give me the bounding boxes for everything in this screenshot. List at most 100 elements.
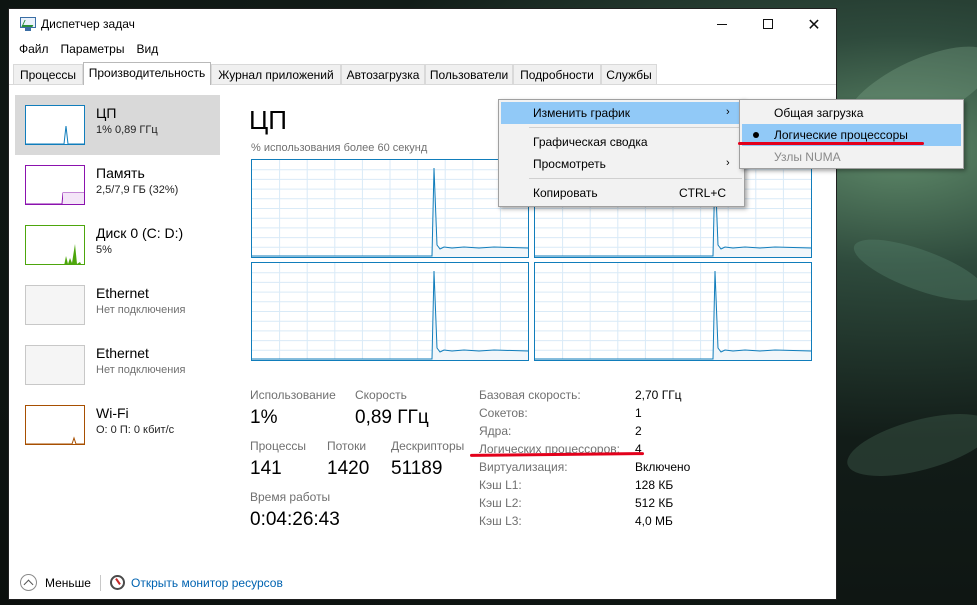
menu-options[interactable]: Параметры	[55, 39, 131, 59]
uptime-label: Время работы	[250, 490, 331, 504]
sidebar-item-disk[interactable]: Диск 0 (C: D:) 5%	[15, 215, 220, 275]
info-value: 128 КБ	[635, 478, 674, 492]
threads-value: 1420	[327, 458, 370, 479]
logical-processor-graph	[534, 262, 812, 361]
sidebar-item-ethernet-2[interactable]: Ethernet Нет подключения	[15, 335, 220, 395]
fewer-details-button[interactable]: Меньше	[45, 576, 91, 590]
menu-item-change-graph[interactable]: Изменить график ›	[501, 102, 742, 124]
cpu-thumbnail	[25, 105, 85, 145]
threads-label: Потоки	[327, 439, 367, 453]
info-value: Включено	[635, 460, 691, 474]
menu-separator	[529, 127, 742, 128]
context-menu: Изменить график › Графическая сводка Про…	[498, 99, 745, 207]
info-label: Кэш L1:	[479, 478, 522, 492]
info-value: 4,0 МБ	[635, 514, 673, 528]
change-graph-submenu: Общая загрузка Логические процессоры Узл…	[739, 99, 964, 169]
info-value: 2	[635, 424, 642, 438]
info-label: Сокетов:	[479, 406, 528, 420]
info-value: 2,70 ГГц	[635, 388, 682, 402]
graph-grid	[252, 263, 528, 360]
usage-label: Использование	[250, 388, 336, 402]
tab-startup[interactable]: Автозагрузка	[341, 64, 425, 84]
sidebar-item-title: Ethernet	[96, 285, 149, 301]
sidebar-item-cpu[interactable]: ЦП 1% 0,89 ГГц	[15, 95, 220, 155]
menu-item-label: Изменить график	[533, 106, 631, 120]
sidebar-item-title: ЦП	[96, 105, 117, 121]
sidebar-item-subtitle: 2,5/7,9 ГБ (32%)	[96, 184, 179, 196]
footer-divider	[100, 575, 101, 591]
tab-services[interactable]: Службы	[601, 64, 657, 84]
sidebar-item-title: Память	[96, 165, 145, 181]
memory-thumbnail	[25, 165, 85, 205]
tab-strip: Процессы Производительность Журнал прило…	[9, 62, 836, 85]
graph-label: % использования более 60 секунд	[251, 142, 428, 154]
tab-users[interactable]: Пользователи	[425, 64, 513, 84]
resource-monitor-icon	[110, 575, 125, 590]
title-bar[interactable]: Диспетчер задач ✕	[9, 9, 836, 39]
sidebar-item-subtitle: 5%	[96, 244, 112, 256]
tab-app-history[interactable]: Журнал приложений	[211, 64, 341, 84]
shortcut-label: CTRL+C	[679, 186, 727, 200]
menu-view[interactable]: Вид	[130, 39, 164, 59]
handles-label: Дескрипторы	[391, 439, 465, 453]
disk-thumbnail	[25, 225, 85, 265]
menu-item-label: Копировать	[533, 186, 598, 200]
sidebar-item-ethernet-1[interactable]: Ethernet Нет подключения	[15, 275, 220, 335]
usage-value: 1%	[250, 407, 278, 428]
sidebar-item-title: Диск 0 (C: D:)	[96, 225, 184, 241]
tab-processes[interactable]: Процессы	[13, 64, 83, 84]
close-icon: ✕	[807, 14, 821, 34]
sidebar-item-memory[interactable]: Память 2,5/7,9 ГБ (32%)	[15, 155, 220, 215]
info-label: Виртуализация:	[479, 460, 568, 474]
background-decoration	[841, 401, 977, 489]
wifi-thumbnail	[25, 405, 85, 445]
annotation-underline	[738, 142, 924, 145]
sidebar-item-subtitle: О: 0 П: 0 кбит/с	[96, 424, 175, 436]
tab-details[interactable]: Подробности	[513, 64, 601, 84]
menu-file[interactable]: Файл	[13, 39, 55, 59]
ethernet-thumbnail	[25, 285, 85, 325]
sidebar-item-title: Ethernet	[96, 345, 149, 361]
menu-item-label: Логические процессоры	[774, 128, 908, 142]
minimize-icon	[717, 23, 727, 25]
maximize-icon	[763, 19, 773, 29]
graph-grid	[252, 160, 528, 257]
chevron-right-icon: ›	[726, 157, 730, 169]
processes-value: 141	[250, 458, 282, 479]
graph-grid	[535, 263, 811, 360]
chevron-right-icon: ›	[726, 106, 730, 118]
info-value: 1	[635, 406, 642, 420]
menu-item-label: Просмотреть	[533, 157, 606, 171]
chevron-up-icon[interactable]	[20, 574, 37, 591]
sidebar-item-subtitle: Нет подключения	[96, 364, 186, 376]
resource-sidebar: ЦП 1% 0,89 ГГц Память 2,5/7,9 ГБ (32%) Д…	[15, 95, 220, 555]
ethernet-thumbnail	[25, 345, 85, 385]
info-label: Ядра:	[479, 424, 512, 438]
sidebar-item-wifi[interactable]: Wi-Fi О: 0 П: 0 кбит/с	[15, 395, 220, 455]
speed-label: Скорость	[355, 388, 407, 402]
open-resource-monitor-link[interactable]: Открыть монитор ресурсов	[131, 576, 283, 590]
menu-item-summary-view[interactable]: Графическая сводка	[501, 131, 742, 153]
info-label: Кэш L3:	[479, 514, 522, 528]
logical-processor-graph	[251, 159, 529, 258]
sidebar-item-title: Wi-Fi	[96, 405, 129, 421]
maximize-button[interactable]	[745, 9, 791, 39]
menu-item-copy[interactable]: Копировать CTRL+C	[501, 182, 742, 204]
tab-performance[interactable]: Производительность	[83, 62, 211, 85]
task-manager-window: Диспетчер задач ✕ Файл Параметры Вид Про…	[8, 8, 837, 600]
menu-item-numa-nodes: Узлы NUMA	[774, 150, 841, 164]
close-button[interactable]: ✕	[791, 9, 837, 39]
info-label: Базовая скорость:	[479, 388, 581, 402]
menu-item-view[interactable]: Просмотреть ›	[501, 153, 742, 175]
sidebar-item-subtitle: Нет подключения	[96, 304, 186, 316]
menu-separator	[529, 178, 742, 179]
task-manager-icon	[20, 17, 36, 31]
menu-item-overall-utilization[interactable]: Общая загрузка	[742, 102, 961, 124]
footer: Меньше Открыть монитор ресурсов	[9, 567, 836, 597]
processes-label: Процессы	[250, 439, 307, 453]
speed-value: 0,89 ГГц	[355, 407, 429, 428]
info-value: 512 КБ	[635, 496, 674, 510]
uptime-value: 0:04:26:43	[250, 509, 340, 530]
background-decoration	[847, 227, 977, 313]
minimize-button[interactable]	[699, 9, 745, 39]
